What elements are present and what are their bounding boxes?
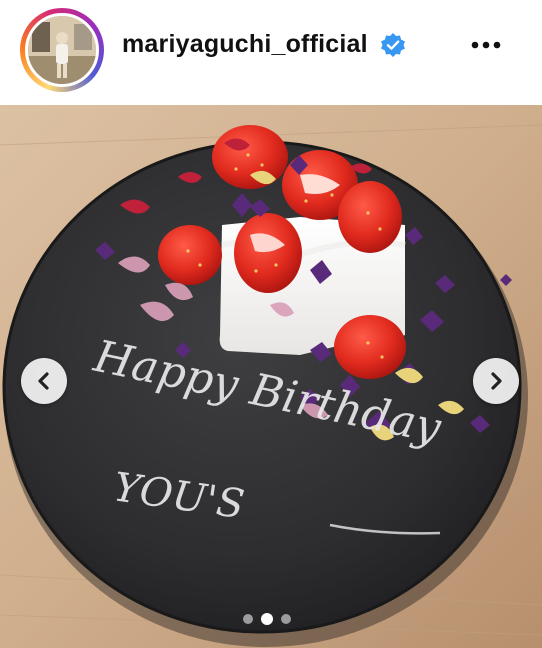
carousel-next-button[interactable] xyxy=(473,358,519,404)
post-photo[interactable]: Happy Birthday YOU'S xyxy=(0,105,542,648)
birthday-cake-photo: Happy Birthday YOU'S xyxy=(0,105,542,648)
carousel-dot xyxy=(281,614,291,624)
chevron-right-icon xyxy=(491,372,502,390)
carousel-dot-active xyxy=(261,613,273,625)
avatar-photo xyxy=(28,16,96,84)
carousel-prev-button[interactable] xyxy=(21,358,67,404)
verified-badge-icon xyxy=(381,33,405,57)
post-header: mariyaguchi_official xyxy=(0,0,542,105)
carousel-indicator xyxy=(243,612,299,626)
chevron-left-icon xyxy=(38,372,49,390)
avatar[interactable] xyxy=(25,13,99,87)
username[interactable]: mariyaguchi_official xyxy=(122,30,368,59)
carousel-dot xyxy=(243,614,253,624)
story-ring[interactable] xyxy=(20,8,104,92)
more-horizontal-icon[interactable] xyxy=(466,30,506,60)
